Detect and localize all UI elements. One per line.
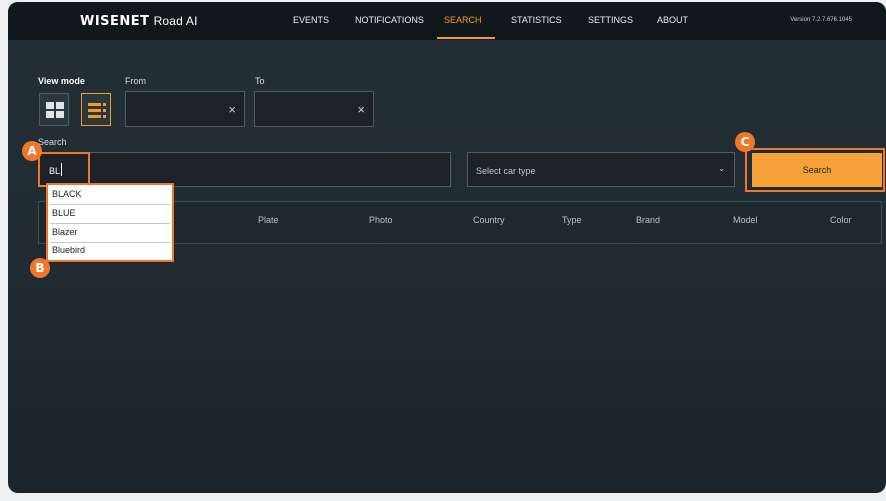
column-header-country[interactable]: Country: [473, 215, 505, 225]
app-window: WISENET Road AI EVENTS NOTIFICATIONS SEAR…: [8, 2, 886, 493]
nav-item-statistics[interactable]: STATISTICS: [511, 15, 562, 25]
nav-item-notifications[interactable]: NOTIFICATIONS: [355, 15, 424, 25]
nav-item-search[interactable]: SEARCH: [444, 15, 482, 25]
suggestion-item[interactable]: BLUE: [52, 205, 170, 222]
suggestion-item[interactable]: BLACK: [52, 186, 170, 203]
suggestion-item[interactable]: Bluebird: [52, 242, 170, 259]
callout-marker-a: A: [22, 141, 42, 161]
grid-view-button[interactable]: [39, 93, 69, 126]
top-navigation-bar: WISENET Road AI EVENTS NOTIFICATIONS SEAR…: [8, 2, 886, 40]
callout-marker-b: B: [30, 258, 50, 278]
to-date-input[interactable]: ×: [254, 91, 374, 127]
nav-item-settings[interactable]: SETTINGS: [588, 15, 633, 25]
nav-item-events[interactable]: EVENTS: [293, 15, 329, 25]
grid-view-icon: [46, 102, 64, 118]
version-text: Version 7.2.7.676.1045: [790, 17, 852, 23]
list-view-icon: [88, 103, 106, 118]
chevron-down-icon: ⌄: [718, 164, 725, 173]
suggestion-item[interactable]: Blazer: [52, 224, 170, 241]
view-mode-label: View mode: [38, 76, 85, 86]
search-input[interactable]: BL: [38, 152, 451, 187]
search-label: Search: [38, 137, 67, 147]
clear-to-icon[interactable]: ×: [357, 102, 365, 117]
clear-from-icon[interactable]: ×: [228, 102, 236, 117]
active-tab-indicator: [437, 37, 495, 39]
highlight-box-a: [38, 152, 90, 187]
brand: WISENET Road AI: [80, 13, 198, 29]
car-type-placeholder: Select car type: [476, 166, 536, 176]
column-header-color[interactable]: Color: [830, 215, 852, 225]
column-header-brand[interactable]: Brand: [636, 215, 660, 225]
column-header-photo[interactable]: Photo: [369, 215, 393, 225]
to-label: To: [255, 76, 265, 86]
column-header-model[interactable]: Model: [733, 215, 758, 225]
callout-marker-c: C: [735, 132, 755, 152]
from-label: From: [125, 76, 146, 86]
brand-logo: WISENET: [80, 14, 150, 29]
from-date-input[interactable]: ×: [125, 91, 245, 127]
list-view-button[interactable]: [81, 93, 111, 126]
highlight-box-c: [745, 148, 885, 192]
car-type-select[interactable]: Select car type ⌄: [467, 152, 735, 187]
column-header-plate[interactable]: Plate: [258, 215, 279, 225]
column-header-type[interactable]: Type: [562, 215, 582, 225]
brand-product-name: Road AI: [153, 14, 198, 28]
autocomplete-dropdown: BLACK BLUE Blazer Bluebird: [46, 183, 174, 262]
nav-item-about[interactable]: ABOUT: [657, 15, 688, 25]
